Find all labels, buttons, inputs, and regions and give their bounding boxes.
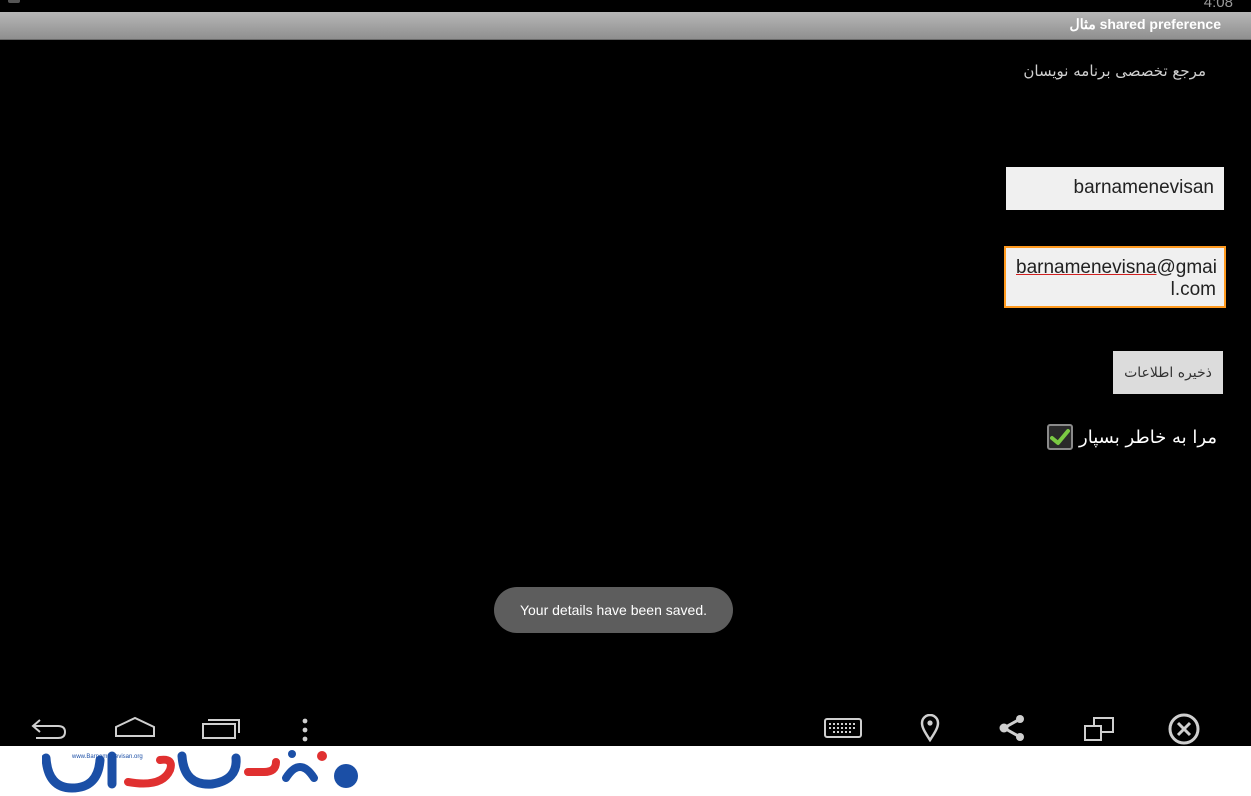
- status-bar: 4:08: [0, 0, 1251, 12]
- menu-icon[interactable]: [301, 718, 309, 746]
- logo-url-text: www.BarnameNevisan.org: [72, 754, 143, 760]
- back-icon[interactable]: [30, 718, 68, 744]
- status-clock: 4:08: [1203, 0, 1233, 11]
- page-subtitle: مرجع تخصصی برنامه نویسان: [1023, 62, 1206, 80]
- screen-rotate-icon[interactable]: [1083, 716, 1115, 746]
- recent-apps-icon[interactable]: [200, 718, 242, 744]
- remember-me-label: مرا به خاطر بسپار: [1079, 426, 1217, 448]
- remember-me-checkbox[interactable]: [1047, 424, 1074, 450]
- checkmark-icon: [1050, 429, 1071, 445]
- keyboard-icon[interactable]: [824, 718, 862, 742]
- email-line2: l.com: [1170, 279, 1216, 300]
- email-input[interactable]: barnamenevisna@gmai l.com: [1004, 246, 1226, 308]
- save-button[interactable]: ذخیره اطلاعات: [1113, 351, 1223, 394]
- location-icon[interactable]: [920, 713, 940, 746]
- notification-icon: [8, 0, 20, 3]
- email-line1-rest: @gmai: [1156, 257, 1217, 278]
- remember-me-row[interactable]: مرا به خاطر بسپار: [1047, 421, 1217, 453]
- email-misspelled-part: barnamenevisna: [1016, 257, 1157, 278]
- action-bar: مثال shared preference: [0, 12, 1251, 40]
- name-input[interactable]: barnamenevisan: [1006, 167, 1224, 210]
- home-icon[interactable]: [114, 716, 156, 742]
- close-icon[interactable]: [1167, 712, 1201, 746]
- share-icon[interactable]: [998, 714, 1026, 746]
- android-screen: 4:08 مثال shared preference مرجع تخصصی ب…: [0, 0, 1251, 746]
- toast-message: Your details have been saved.: [494, 587, 733, 633]
- system-nav-bar: [0, 700, 1251, 746]
- app-title: مثال shared preference: [1069, 16, 1221, 32]
- name-input-value: barnamenevisan: [1073, 177, 1214, 198]
